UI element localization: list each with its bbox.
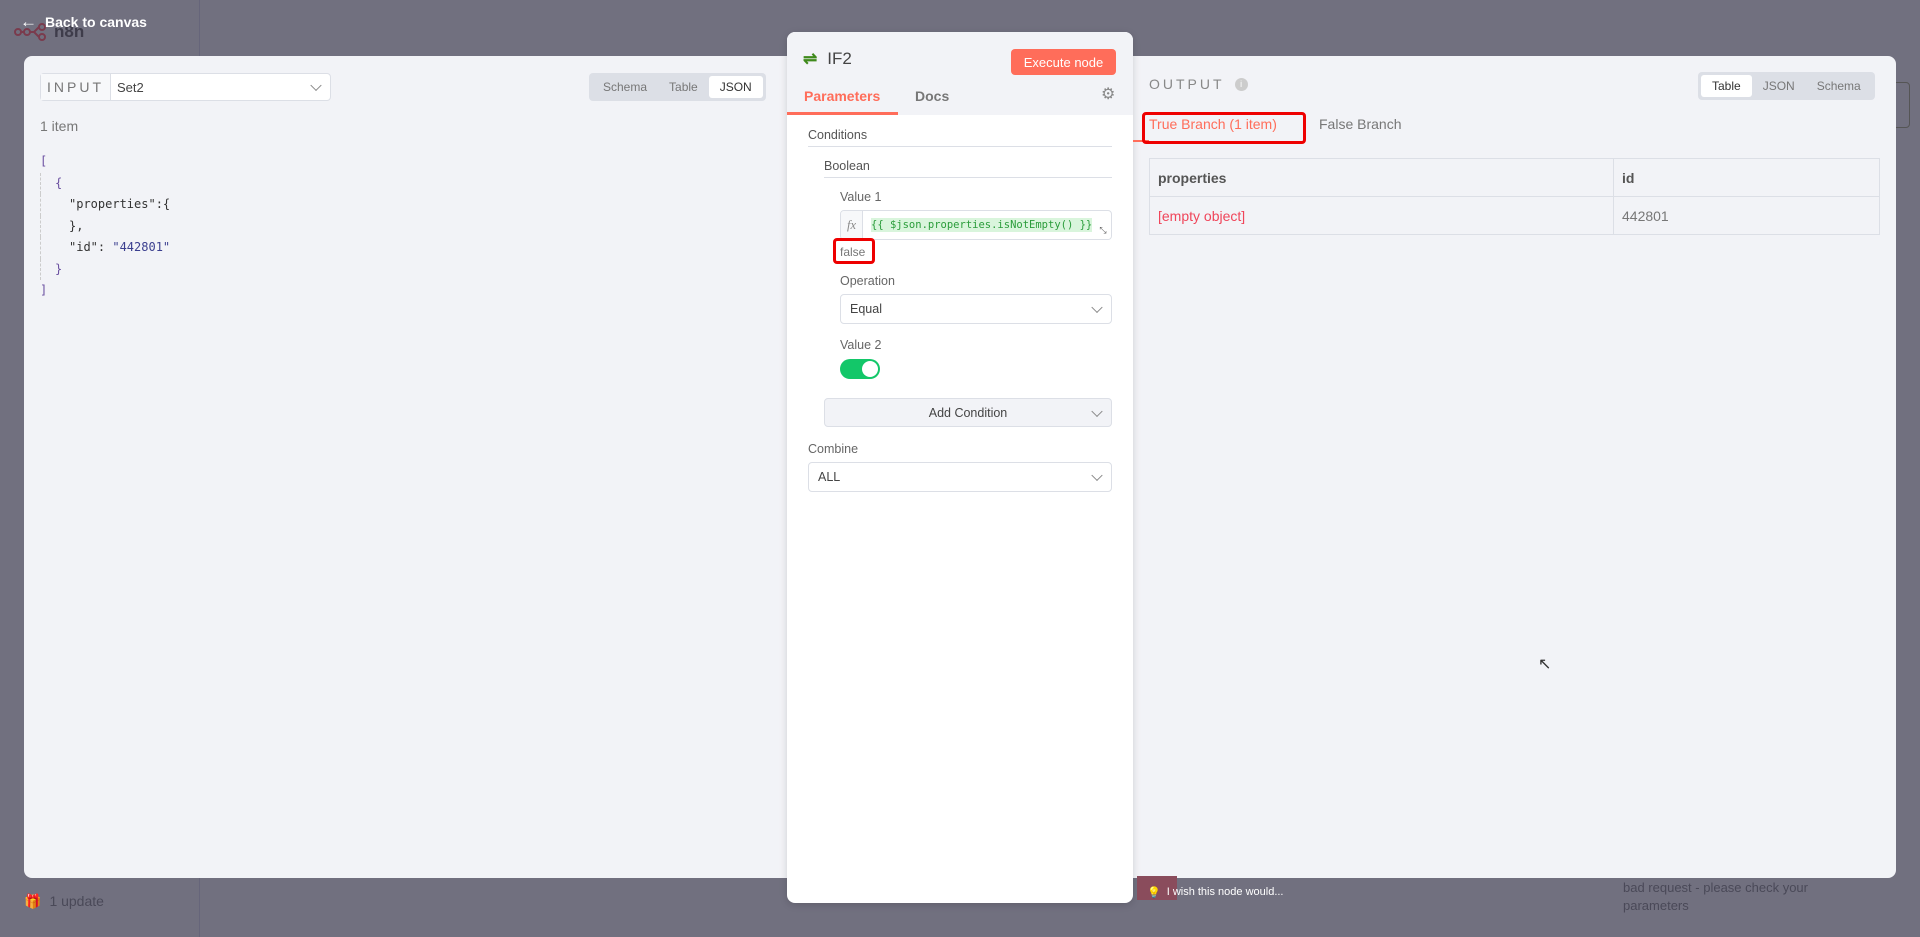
highlight-box <box>833 238 875 264</box>
output-view-json[interactable]: JSON <box>1752 75 1806 97</box>
tab-docs[interactable]: Docs <box>915 88 949 104</box>
table-cell: [empty object] <box>1149 196 1614 235</box>
output-view-schema[interactable]: Schema <box>1806 75 1872 97</box>
table-header-row: properties id <box>1149 158 1880 197</box>
json-key: "id": <box>69 240 106 254</box>
json-brace: } <box>40 258 170 280</box>
chevron-down-icon <box>1091 469 1103 482</box>
combine-value: ALL <box>818 470 841 484</box>
gear-icon[interactable]: ⚙ <box>1101 84 1115 104</box>
value1-expression-input[interactable]: fx {{ $json.properties.isNotEmpty() }} ⤡ <box>840 210 1112 240</box>
output-view-table[interactable]: Table <box>1701 75 1752 97</box>
tab-false-branch[interactable]: False Branch <box>1319 116 1401 132</box>
output-header: OUTPUT i <box>1149 76 1248 92</box>
combine-select[interactable]: ALL <box>808 462 1112 492</box>
input-view-switch: Schema Table JSON <box>589 73 766 101</box>
signpost-icon: ⇌ <box>803 49 818 68</box>
input-label: INPUT <box>41 74 111 100</box>
input-node-value: Set2 <box>117 79 144 95</box>
background-error: bad request - please check your parameter… <box>1573 879 1853 929</box>
json-brace: { <box>40 172 170 194</box>
value2-label: Value 2 <box>840 338 882 352</box>
node-settings-panel: ⇌ IF2 Execute node Parameters Docs ⚙ Cond… <box>787 32 1133 903</box>
updates-label: 1 update <box>49 893 104 909</box>
value2-toggle[interactable] <box>840 359 880 379</box>
arrow-left-icon: ← <box>20 12 37 31</box>
value1-label: Value 1 <box>840 190 882 204</box>
chevron-down-icon <box>1091 301 1103 314</box>
expand-icon[interactable]: ⤡ <box>1095 225 1111 239</box>
bg-text: bad request - please check your <box>1623 880 1808 895</box>
json-key: "properties":{ <box>69 197 171 211</box>
column-header: id <box>1613 158 1880 197</box>
highlight-box <box>1142 112 1306 144</box>
input-json-view: [ { "properties":{ }, "id": "442801" } ] <box>40 151 170 302</box>
execute-node-button[interactable]: Execute node <box>1011 49 1116 75</box>
info-icon[interactable]: i <box>1234 77 1248 91</box>
feedback-label: I wish this node would... <box>1166 886 1284 898</box>
input-view-table[interactable]: Table <box>658 76 709 98</box>
column-header: properties <box>1149 158 1614 197</box>
back-label: Back to canvas <box>45 14 147 30</box>
table-row: [empty object] 442801 <box>1149 196 1880 235</box>
expression-text: {{ $json.properties.isNotEmpty() }} <box>871 218 1093 232</box>
add-condition-button[interactable]: Add Condition <box>824 398 1112 427</box>
chevron-down-icon <box>1091 405 1103 417</box>
operation-select[interactable]: Equal <box>840 294 1112 324</box>
boolean-label: Boolean <box>824 159 870 173</box>
json-line: "properties":{ <box>40 194 170 216</box>
json-bracket: ] <box>40 283 48 297</box>
bg-text: parameters <box>1623 898 1689 913</box>
output-label: OUTPUT <box>1149 76 1225 92</box>
output-view-switch: Table JSON Schema <box>1698 72 1875 100</box>
feedback-link[interactable]: 💡 I wish this node would... <box>1147 886 1284 899</box>
conditions-label: Conditions <box>808 128 868 142</box>
lightbulb-icon: 💡 <box>1147 887 1161 899</box>
mouse-cursor-icon: ↖ <box>1538 656 1552 673</box>
back-to-canvas-button[interactable]: ← Back to canvas <box>20 12 147 32</box>
operation-value: Equal <box>850 302 882 316</box>
input-item-count: 1 item <box>40 118 79 134</box>
json-brace: }, <box>40 215 170 237</box>
node-title-text[interactable]: IF2 <box>827 49 852 69</box>
active-tab-underline <box>787 112 898 115</box>
chevron-down-icon <box>310 79 322 92</box>
output-table: properties id [empty object] 442801 <box>1149 158 1880 235</box>
json-line: "id": "442801" <box>40 237 170 259</box>
tab-parameters[interactable]: Parameters <box>804 88 880 104</box>
fx-icon: fx <box>841 211 863 239</box>
add-condition-label: Add Condition <box>928 405 1008 420</box>
table-cell: 442801 <box>1613 196 1880 235</box>
input-view-schema[interactable]: Schema <box>592 76 658 98</box>
node-title: ⇌ IF2 <box>803 49 852 69</box>
input-view-json[interactable]: JSON <box>708 76 763 98</box>
combine-label: Combine <box>808 442 859 456</box>
gift-icon: 🎁 <box>24 893 42 909</box>
updates-link[interactable]: 🎁 1 update <box>24 893 104 910</box>
input-node-select[interactable]: INPUT Set2 <box>40 73 331 101</box>
operation-label: Operation <box>840 274 895 288</box>
json-value: "442801" <box>112 240 171 254</box>
json-bracket: [ <box>40 154 48 168</box>
